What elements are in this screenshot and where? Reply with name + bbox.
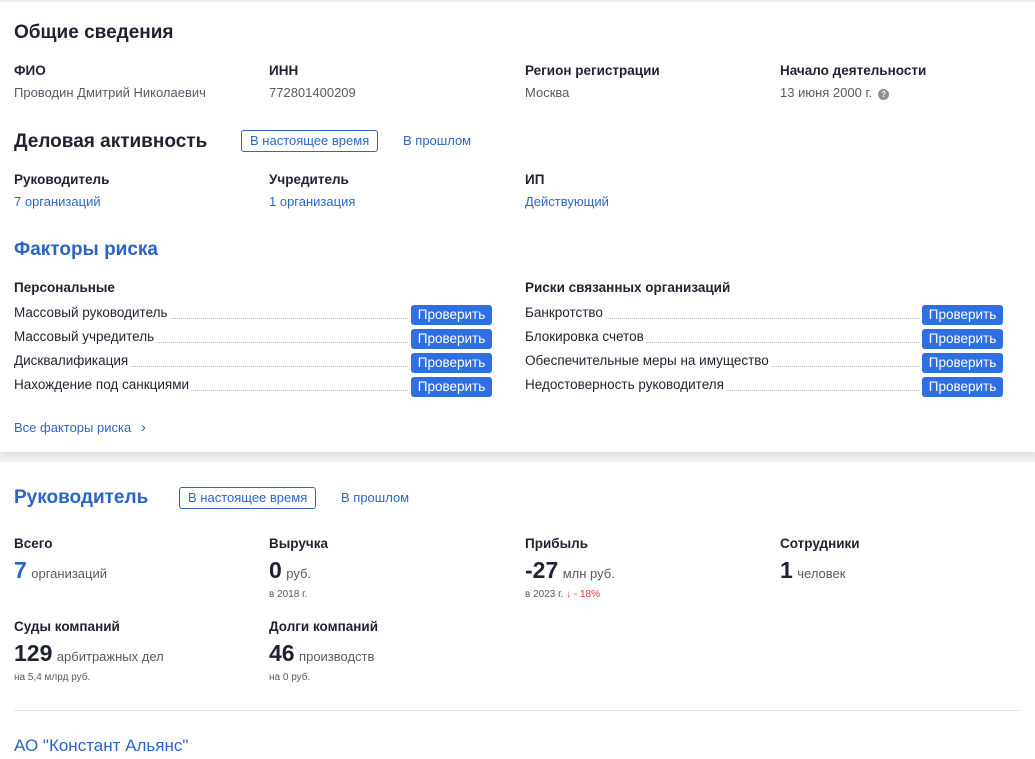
leader-title[interactable]: Руководитель — [14, 487, 148, 509]
risk-row: Массовый руководитель Проверить — [14, 305, 492, 329]
personal-risk-label: Персональные — [14, 280, 115, 295]
risk-row: Массовый учредитель Проверить — [14, 329, 492, 353]
check-button[interactable]: Проверить — [922, 305, 1003, 325]
risk-title[interactable]: Факторы риска — [14, 239, 158, 261]
profit-number: -27 — [525, 557, 559, 583]
revenue-stat: 0 руб. — [269, 557, 311, 584]
total-unit: организаций — [31, 566, 107, 581]
courts-unit: арбитражных дел — [56, 649, 164, 664]
company-link[interactable]: АО "Констант Альянс" — [14, 736, 188, 756]
chevron-right-icon: › — [140, 419, 146, 436]
profit-note: в 2023 г. — [525, 589, 564, 600]
staff-label: Сотрудники — [780, 536, 860, 551]
courts-stat: 129 арбитражных дел — [14, 640, 164, 667]
profit-label: Прибыль — [525, 536, 588, 551]
risk-name: Массовый руководитель — [14, 305, 170, 321]
debts-number: 46 — [269, 640, 295, 666]
revenue-unit: руб. — [286, 566, 312, 581]
start-label: Начало деятельности — [780, 63, 927, 78]
check-button[interactable]: Проверить — [411, 377, 492, 397]
leader-card — [0, 462, 1035, 759]
revenue-note: в 2018 г. — [269, 589, 308, 600]
tab-activity-now[interactable]: В настоящее время — [241, 130, 379, 152]
all-risk-factors-link[interactable]: Все факторы риска › — [14, 419, 146, 436]
staff-unit: человек — [797, 566, 846, 581]
risk-row: Дисквалификация Проверить — [14, 353, 492, 377]
debts-unit: производств — [299, 649, 375, 664]
risk-row: Блокировка счетов Проверить — [525, 329, 1003, 353]
profit-unit: млн руб. — [562, 566, 615, 581]
manager-link[interactable]: 7 организаций — [14, 194, 101, 209]
debts-stat: 46 производств — [269, 640, 374, 667]
related-risk-label: Риски связанных организаций — [525, 280, 731, 295]
start-value: 13 июня 2000 г. — [780, 85, 873, 100]
all-risk-factors-label: Все факторы риска — [14, 420, 132, 435]
inn-value: 772801400209 — [269, 85, 356, 100]
general-title: Общие сведения — [14, 22, 174, 43]
region-value: Москва — [525, 85, 570, 100]
debts-label: Долги компаний — [269, 619, 378, 634]
risk-name: Обеспечительные меры на имущество — [525, 353, 771, 369]
risk-row: Банкротство Проверить — [525, 305, 1003, 329]
founder-link[interactable]: 1 организация — [269, 194, 355, 209]
risk-name: Нахождение под санкциями — [14, 377, 192, 393]
total-label: Всего — [14, 536, 53, 551]
check-button[interactable]: Проверить — [411, 353, 492, 373]
check-button[interactable]: Проверить — [411, 329, 492, 349]
revenue-number: 0 — [269, 557, 282, 583]
arrow-down-icon: ↓ — [566, 589, 572, 600]
risk-row: Обеспечительные меры на имущество Провери… — [525, 353, 1003, 377]
staff-stat: 1 человек — [780, 557, 845, 584]
activity-title: Деловая активность — [14, 131, 208, 152]
manager-label: Руководитель — [14, 172, 110, 187]
check-button[interactable]: Проверить — [922, 377, 1003, 397]
courts-number: 129 — [14, 640, 53, 666]
fio-value: Проводин Дмитрий Николаевич — [14, 85, 206, 100]
start-date: 13 июня 2000 г.? — [780, 85, 890, 100]
ip-link[interactable]: Действующий — [525, 194, 609, 209]
staff-number: 1 — [780, 557, 793, 583]
help-icon[interactable]: ? — [878, 89, 890, 100]
section-divider — [14, 710, 1019, 711]
region-label: Регион регистрации — [525, 63, 660, 78]
general-card: Общие сведения ФИО Проводин Дмитрий Нико… — [0, 2, 1035, 452]
courts-label: Суды компаний — [14, 619, 120, 634]
check-button[interactable]: Проверить — [922, 329, 1003, 349]
revenue-label: Выручка — [269, 536, 328, 551]
risk-name: Блокировка счетов — [525, 329, 646, 345]
risk-row: Недостоверность руководителя Проверить — [525, 377, 1003, 401]
total-number: 7 — [14, 557, 27, 583]
risk-name: Недостоверность руководителя — [525, 377, 726, 393]
courts-note: на 5,4 млрд руб. — [14, 672, 91, 683]
inn-label: ИНН — [269, 63, 299, 78]
profit-change: - 18% — [573, 589, 601, 600]
ip-label: ИП — [525, 172, 545, 187]
founder-label: Учредитель — [269, 172, 349, 187]
check-button[interactable]: Проверить — [411, 305, 492, 325]
tab-leader-now[interactable]: В настоящее время — [179, 487, 317, 509]
tab-activity-past[interactable]: В прошлом — [403, 130, 471, 152]
total-stat[interactable]: 7 организаций — [14, 557, 107, 584]
risk-name: Банкротство — [525, 305, 605, 321]
fio-label: ФИО — [14, 63, 46, 78]
risk-name: Дисквалификация — [14, 353, 131, 369]
check-button[interactable]: Проверить — [922, 353, 1003, 373]
profit-note-row: в 2023 г. ↓ - 18% — [525, 589, 600, 600]
debts-note: на 0 руб. — [269, 672, 311, 683]
risk-name: Массовый учредитель — [14, 329, 157, 345]
profit-stat: -27 млн руб. — [525, 557, 615, 584]
tab-leader-past[interactable]: В прошлом — [341, 487, 409, 509]
risk-row: Нахождение под санкциями Проверить — [14, 377, 492, 401]
